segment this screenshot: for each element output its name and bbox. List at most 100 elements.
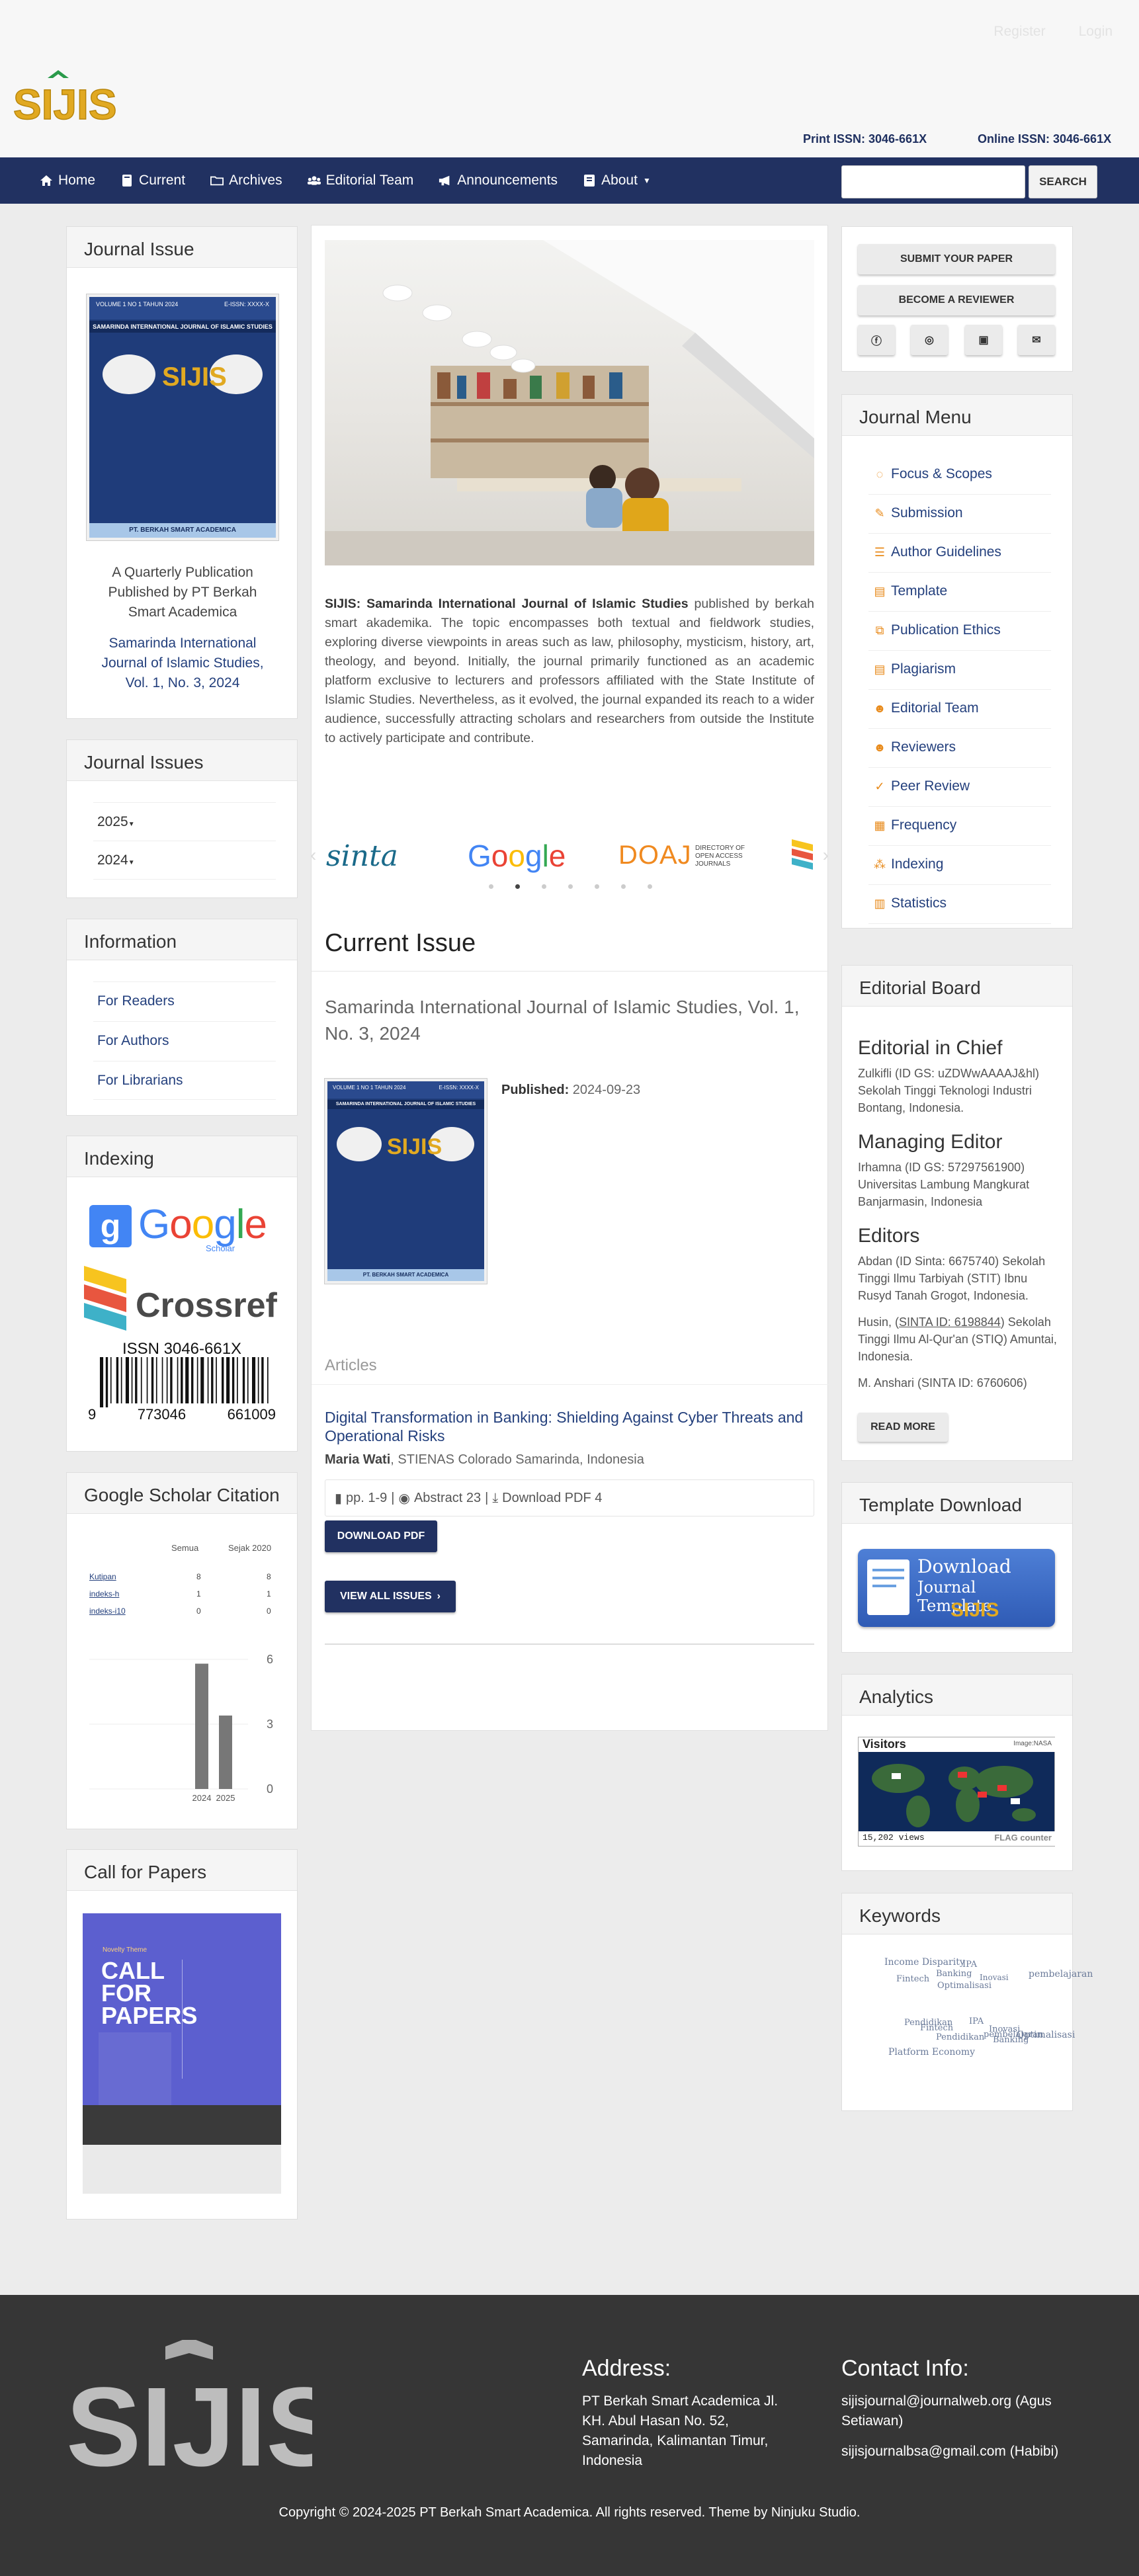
download-pdf-button[interactable]: DOWNLOAD PDF (325, 1520, 437, 1552)
article-stats: ▮ pp. 1-9 | ◉ Abstract 23 | ⤓ Download PDF… (325, 1479, 814, 1517)
nav-editorial-team[interactable]: Editorial Team (307, 173, 413, 188)
visitors-label: Visitors (863, 1737, 906, 1751)
journal-menu-item[interactable]: ☻ Reviewers (872, 739, 956, 755)
nav-home-label: Home (58, 173, 96, 188)
keyword-tag[interactable]: Optimalisasi (937, 1981, 991, 1991)
for-readers-link[interactable]: For Readers (97, 993, 175, 1009)
keyword-tag[interactable]: IPA (962, 1960, 977, 1970)
carousel-next-icon[interactable]: › (823, 845, 829, 866)
view-all-issues-button[interactable]: VIEW ALL ISSUES › (325, 1581, 456, 1612)
doaj-logo[interactable]: DOAJ (618, 841, 692, 870)
nav-about[interactable]: About ▼ (583, 173, 651, 188)
site-logo[interactable]: SIJIS (13, 66, 126, 129)
journal-menu-item[interactable]: ☻ Editorial Team (872, 700, 979, 716)
year-2024-dropdown[interactable]: 2024▼ (97, 852, 135, 868)
google-scholar-logo[interactable]: g Google Scholar (89, 1201, 281, 1254)
nav-about-label: About (601, 173, 638, 188)
keyword-tag[interactable]: IPA (969, 2016, 984, 2026)
print-issn: Print ISSN: 3046-661X (803, 132, 927, 145)
nasa-credit: Image:NASA (1013, 1740, 1052, 1747)
journal-menu-item[interactable]: ▥ Statistics (872, 895, 947, 911)
carousel-dot[interactable] (568, 884, 573, 889)
for-librarians-link[interactable]: For Librarians (97, 1073, 183, 1089)
for-authors-link[interactable]: For Authors (97, 1033, 169, 1049)
panel-title: Google Scholar Citation (67, 1473, 297, 1514)
issue-link[interactable]: Samarinda International Journal of Islam… (93, 634, 272, 693)
journal-menu-item[interactable]: ▤ Plagiarism (872, 661, 956, 677)
flag-counter-widget[interactable]: Visitors Image:NASA 15,202 views FLAG co… (858, 1737, 1056, 1847)
become-reviewer-button[interactable]: BECOME A REVIEWER (858, 285, 1055, 315)
contact-email-2[interactable]: sijisjournalbsa@gmail.com (Habibi) (841, 2442, 1079, 2462)
gsc-metric[interactable]: indeks-h (89, 1589, 119, 1599)
call-for-papers-poster[interactable]: Novelty Theme CALL FOR PAPERS (83, 1913, 281, 2194)
nav-archives[interactable]: Archives (210, 173, 282, 188)
journal-menu-item[interactable]: ◌ Focus & Scopes (872, 466, 992, 482)
carousel-dot[interactable] (620, 884, 626, 889)
carousel-prev-icon[interactable]: ‹ (310, 845, 316, 866)
journal-menu-item[interactable]: ▤ Template (872, 583, 947, 599)
carousel-dot[interactable] (515, 884, 520, 889)
editors-heading: Editors (858, 1225, 920, 1247)
read-more-button[interactable]: READ MORE (858, 1413, 948, 1442)
issue-cover[interactable]: VOLUME 1 NO 1 TAHUN 2024 E-ISSN: XXXX-X … (87, 294, 278, 540)
template-line1: Download (917, 1556, 1011, 1577)
sinta-logo[interactable]: sinta (326, 839, 398, 873)
svg-text:SIJIS: SIJIS (162, 362, 227, 392)
keyword-tag[interactable]: Banking (993, 2035, 1029, 2045)
facebook-button[interactable]: ⓕ (858, 325, 895, 355)
search-input[interactable] (841, 165, 1025, 198)
nav-home[interactable]: Home (40, 173, 95, 188)
carousel-dot[interactable] (488, 884, 493, 889)
year-2025-dropdown[interactable]: 2025▼ (97, 814, 135, 830)
nav-current[interactable]: Current (120, 173, 185, 188)
chief-heading: Editorial in Chief (858, 1037, 1003, 1059)
carousel-dot[interactable] (647, 884, 652, 889)
gsc-all: 0 (196, 1606, 201, 1616)
carousel-dot[interactable] (541, 884, 546, 889)
journal-menu-item[interactable]: ⧉ Publication Ethics (872, 622, 1001, 638)
gsc-metric[interactable]: indeks-i10 (89, 1606, 126, 1616)
google-logo[interactable]: Google (468, 838, 566, 874)
article-title-link[interactable]: Digital Transformation in Banking: Shiel… (325, 1408, 814, 1445)
journal-menu-item[interactable]: ▦ Frequency (872, 817, 956, 833)
submit-paper-button[interactable]: SUBMIT YOUR PAPER (858, 244, 1055, 274)
barcode: 9 773046 661009 (83, 1357, 281, 1423)
keyword-tag[interactable]: Income Disparity (884, 1957, 965, 1968)
journal-menu-item[interactable]: ✓ Peer Review (872, 778, 970, 794)
keyword-tag[interactable]: Fintech (896, 1974, 929, 1984)
instagram-button[interactable]: ▣ (965, 325, 1002, 355)
y-tick-label: 0 (267, 1782, 273, 1796)
barcode-bar (116, 1357, 119, 1403)
keyword-tag[interactable]: pembelajaran (1029, 1969, 1093, 1979)
keyword-tag[interactable]: Banking (936, 1969, 972, 1979)
journal-menu-item[interactable]: ✎ Submission (872, 505, 962, 521)
crossref-wordmark: Crossref (136, 1286, 277, 1325)
current-issue-cover[interactable]: VOLUME 1 NO 1 TAHUN 2024 E-ISSN: XXXX-X … (325, 1079, 487, 1284)
keyword-tag[interactable]: Platform Economy (888, 2047, 975, 2057)
barcode-bar (196, 1357, 198, 1403)
journal-menu-item[interactable]: ☰ Author Guidelines (872, 544, 1001, 560)
sinta-id-link[interactable]: SINTA ID: 6198844 (899, 1315, 1001, 1329)
barcode-bar (252, 1357, 256, 1403)
google-wordmark: Google (138, 1202, 267, 1247)
journal-menu-item[interactable]: ⁂ Indexing (872, 856, 943, 872)
menu-item-icon: ◌ (876, 467, 884, 481)
template-download-button[interactable]: Download Journal Template SIJIS (858, 1549, 1055, 1627)
carousel-dot[interactable] (594, 884, 599, 889)
mail-button[interactable]: ✉ (1018, 325, 1055, 355)
search-button[interactable]: SEARCH (1029, 165, 1097, 198)
address-heading: Address: (582, 2356, 671, 2381)
gsc-metric[interactable]: Kutipan (89, 1572, 116, 1581)
keyword-tag[interactable]: Fintech (920, 2023, 953, 2033)
crossref-logo[interactable]: Crossref (83, 1266, 281, 1332)
citation-bar (219, 1715, 232, 1789)
login-link[interactable]: Login (1079, 24, 1113, 40)
nav-announcements[interactable]: Announcements (439, 173, 558, 188)
keyword-tag[interactable]: Pendidikan (936, 2032, 984, 2042)
contact-email-1[interactable]: sijisjournal@journalweb.org (Agus Setiaw… (841, 2391, 1079, 2431)
hero-image (325, 240, 814, 565)
online-issn: Online ISSN: 3046-661X (978, 132, 1112, 145)
google-scholar-sub: Scholar (206, 1243, 235, 1253)
register-link[interactable]: Register (993, 24, 1045, 40)
whatsapp-button[interactable]: ◎ (911, 325, 948, 355)
